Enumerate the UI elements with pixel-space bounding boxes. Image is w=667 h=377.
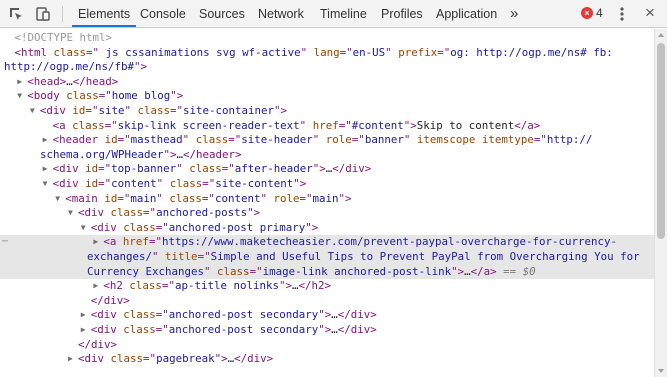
scrollbar-thumb[interactable]	[657, 43, 665, 239]
tab-application[interactable]: Application	[436, 0, 497, 27]
dom-node-row[interactable]: ▶ <div class="anchored-post secondary">…<…	[0, 308, 654, 323]
dom-node-row[interactable]: ▶ <header id="masthead" class="site-heade…	[0, 133, 654, 148]
more-options-icon[interactable]	[616, 6, 628, 22]
dom-node-markup: <header id="masthead" class="site-header…	[52, 133, 593, 147]
tab-console[interactable]: Console	[140, 0, 186, 27]
tab-sources[interactable]: Sources	[199, 0, 245, 27]
vertical-scrollbar[interactable]	[654, 29, 667, 377]
expand-triangle-icon[interactable]: ▶	[93, 279, 98, 294]
close-icon[interactable]: ×	[645, 3, 655, 23]
dom-node-row[interactable]: ▼ <div id="site" class="site-container">	[0, 104, 654, 119]
node-actions-icon[interactable]: ⋯	[2, 235, 8, 250]
dom-node-markup: <div class="anchored-post secondary">…</…	[90, 323, 377, 336]
expand-triangle-icon[interactable]: ▶	[68, 352, 73, 367]
dom-node-markup: <main id="main" class="content" role="ma…	[65, 191, 352, 205]
collapse-triangle-icon[interactable]: ▼	[30, 104, 35, 119]
dom-node-markup: <html class=" js cssanimations svg wf-ac…	[14, 45, 613, 59]
dom-node-row[interactable]: ▶ <div id="top-banner" class="after-heade…	[0, 162, 654, 177]
dom-node-row[interactable]: ▼ <div class="anchored-post primary">	[0, 221, 654, 236]
dom-node-markup: </div>	[90, 293, 130, 307]
collapse-triangle-icon[interactable]: ▼	[68, 206, 73, 221]
dom-node-row[interactable]: <a class="skip-link screen-reader-text" …	[0, 119, 654, 134]
dom-node-row[interactable]: ▼ <div class="anchored-posts">	[0, 206, 654, 221]
dom-node-row[interactable]: ▶ <h2 class="ap-title nolinks">…</h2>	[0, 279, 654, 294]
dom-node-markup: </div>	[78, 337, 118, 351]
expand-triangle-icon[interactable]: ▶	[17, 75, 22, 90]
dom-node-row[interactable]: exchanges/" title="Simple and Useful Tip…	[0, 250, 654, 265]
dom-node-row[interactable]: <html class=" js cssanimations svg wf-ac…	[0, 46, 654, 61]
dom-node-row[interactable]: ▶ <head>…</head>	[0, 75, 654, 90]
dom-node-markup: <div id="site" class="site-container">	[39, 104, 288, 117]
dom-node-row[interactable]: ▶ <div class="anchored-post secondary">…<…	[0, 323, 654, 338]
dom-node-row[interactable]: ▼ <div id="content" class="site-content">	[0, 177, 654, 192]
tab-timeline[interactable]: Timeline	[320, 0, 367, 27]
collapse-triangle-icon[interactable]: ▼	[81, 221, 86, 236]
dom-node-markup: <div id="top-banner" class="after-header…	[52, 162, 372, 176]
dom-node-markup: exchanges/" title="Simple and Useful Tip…	[87, 250, 640, 263]
dom-node-row[interactable]: </div>	[0, 294, 654, 309]
expand-triangle-icon[interactable]: ▶	[81, 323, 86, 338]
dom-node-markup: <div id="content" class="site-content">	[52, 177, 307, 190]
dom-node-row[interactable]: </div>	[0, 338, 654, 353]
expand-triangle-icon[interactable]: ▶	[43, 133, 48, 148]
tab-network[interactable]: Network	[258, 0, 304, 27]
dom-node-markup: <div class="anchored-post secondary">…</…	[90, 308, 377, 322]
dom-node-markup: <head>…</head>	[27, 74, 119, 88]
expand-triangle-icon[interactable]: ▶	[81, 308, 86, 323]
devtools-toolbar: Elements Console Sources Network Timelin…	[0, 0, 667, 28]
dom-node-markup: <body class="home blog">	[27, 89, 184, 103]
error-icon: ×	[581, 7, 593, 19]
dom-node-markup: <a href="https://www.maketecheasier.com/…	[103, 235, 617, 249]
tab-profiles[interactable]: Profiles	[381, 0, 423, 27]
dom-node-markup: <a class="skip-link screen-reader-text" …	[52, 118, 541, 132]
toolbar-separator	[62, 6, 63, 22]
tab-elements[interactable]: Elements	[72, 0, 137, 27]
inspect-element-icon[interactable]	[8, 6, 24, 22]
scroll-down-arrow-icon[interactable]	[658, 369, 664, 373]
dom-node-row[interactable]: ⋯ ▶ <a href="https://www.maketecheasier.co…	[0, 235, 654, 250]
dom-node-markup: <!DOCTYPE html>	[14, 31, 113, 44]
dom-node-markup: <h2 class="ap-title nolinks">…</h2>	[103, 279, 332, 293]
expand-triangle-icon[interactable]: ▶	[93, 235, 98, 250]
dom-node-markup: <div class="pagebreak">…</div>	[78, 352, 274, 366]
dom-node-row[interactable]: schema.org/WPHeader">…</header>	[0, 148, 654, 163]
elements-tree[interactable]: <!DOCTYPE html> <html class=" js cssanima…	[0, 29, 654, 377]
dom-node-markup: Currency Exchanges" class="image-link an…	[87, 264, 536, 278]
dom-node-row[interactable]: ▼ <main id="main" class="content" role="m…	[0, 192, 654, 207]
dom-node-row[interactable]: Currency Exchanges" class="image-link an…	[0, 264, 654, 280]
expand-triangle-icon[interactable]: ▶	[43, 162, 48, 177]
dom-node-markup: <div class="anchored-post primary">	[90, 220, 319, 234]
dom-node-row[interactable]: http://ogp.me/ns/fb#">	[0, 60, 654, 75]
more-tabs-chevron-icon[interactable]: »	[510, 0, 518, 27]
dom-node-row[interactable]: <!DOCTYPE html>	[0, 31, 654, 46]
collapse-triangle-icon[interactable]: ▼	[55, 192, 60, 207]
scroll-up-arrow-icon[interactable]	[658, 33, 664, 37]
error-count: 4	[596, 6, 603, 20]
collapse-triangle-icon[interactable]: ▼	[17, 89, 22, 104]
dom-node-row[interactable]: ▶ <div class="pagebreak">…</div>	[0, 352, 654, 367]
dom-node-markup: http://ogp.me/ns/fb#">	[4, 60, 148, 74]
collapse-triangle-icon[interactable]: ▼	[43, 177, 48, 192]
device-toolbar-icon[interactable]	[35, 6, 51, 22]
dom-node-markup: <div class="anchored-posts">	[78, 206, 261, 220]
dom-node-markup: schema.org/WPHeader">…</header>	[40, 147, 242, 161]
dom-node-row[interactable]: ▼ <body class="home blog">	[0, 89, 654, 104]
